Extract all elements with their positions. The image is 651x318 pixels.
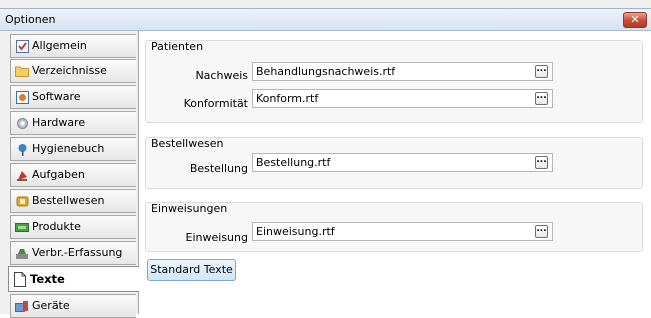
group-title: Patienten	[151, 40, 204, 53]
tab-label: Verzeichnisse	[32, 64, 107, 77]
products-icon	[15, 220, 29, 234]
tab-label: Aufgaben	[32, 168, 85, 181]
close-button[interactable]: ✕	[623, 12, 647, 28]
ellipsis-icon: ...	[536, 155, 547, 165]
tab-label: Hardware	[32, 116, 86, 129]
checkbox-icon	[15, 39, 29, 53]
standard-texte-button[interactable]: Standard Texte	[147, 259, 236, 281]
gear-icon	[15, 116, 29, 130]
browse-button[interactable]: ...	[535, 92, 548, 105]
group-einweisungen: Einweisungen Einweisung Einweisung.rtf .…	[145, 202, 643, 252]
content-panel: Patienten Nachweis Behandlungsnachweis.r…	[138, 31, 651, 314]
options-sidebar: Allgemein Verzeichnisse Software Hardwar…	[0, 31, 139, 318]
bestellung-value: Bestellung.rtf	[256, 156, 331, 169]
tab-label: Allgemein	[32, 39, 87, 52]
einweisung-value: Einweisung.rtf	[256, 225, 335, 238]
konformitaet-value: Konform.rtf	[256, 92, 319, 105]
cart-icon	[15, 194, 29, 208]
tab-bestellwesen[interactable]: Bestellwesen	[10, 189, 136, 213]
devices-icon	[15, 299, 29, 313]
browse-button[interactable]: ...	[535, 225, 548, 238]
tab-label: Software	[32, 90, 81, 103]
options-window: Optionen ✕ Allgemein Verzeichnisse Softw…	[0, 0, 651, 318]
group-title: Einweisungen	[151, 202, 228, 215]
title-bar: Optionen ✕	[0, 8, 651, 31]
ellipsis-icon: ...	[536, 224, 547, 234]
tab-hardware[interactable]: Hardware	[10, 111, 136, 135]
document-icon	[13, 271, 27, 287]
software-icon	[15, 90, 29, 104]
nachweis-value: Behandlungsnachweis.rtf	[256, 65, 396, 78]
tab-produkte[interactable]: Produkte	[10, 215, 136, 239]
einweisung-field[interactable]: Einweisung.rtf ...	[252, 222, 553, 241]
tab-verbr-erfassung[interactable]: Verbr.-Erfassung	[10, 241, 136, 265]
tab-label: Hygienebuch	[32, 142, 105, 155]
capture-icon	[15, 246, 29, 260]
ellipsis-icon: ...	[536, 64, 547, 74]
konformitaet-label: Konformität	[183, 97, 248, 110]
ellipsis-icon: ...	[536, 91, 547, 101]
tab-texte[interactable]: Texte	[8, 266, 139, 292]
tab-label: Bestellwesen	[32, 194, 105, 207]
group-patienten: Patienten Nachweis Behandlungsnachweis.r…	[145, 40, 643, 123]
bestellung-field[interactable]: Bestellung.rtf ...	[252, 153, 553, 172]
einweisung-label: Einweisung	[185, 231, 248, 244]
folder-icon	[15, 64, 29, 78]
tab-software[interactable]: Software	[10, 85, 136, 109]
window-title: Optionen	[5, 13, 56, 26]
tab-label: Produkte	[32, 220, 81, 233]
tab-label: Texte	[30, 272, 65, 286]
pin-icon	[15, 142, 29, 156]
tab-aufgaben[interactable]: Aufgaben	[10, 163, 136, 187]
tab-allgemein[interactable]: Allgemein	[10, 34, 136, 58]
bestellung-label: Bestellung	[189, 162, 248, 175]
group-bestellwesen: Bestellwesen Bestellung Bestellung.rtf .…	[145, 137, 643, 189]
browse-button[interactable]: ...	[535, 156, 548, 169]
tab-hygienebuch[interactable]: Hygienebuch	[10, 137, 136, 161]
task-icon	[15, 168, 29, 182]
tab-label: Geräte	[32, 299, 70, 312]
tab-geraete[interactable]: Geräte	[10, 294, 136, 318]
konformitaet-field[interactable]: Konform.rtf ...	[252, 89, 553, 108]
close-icon: ✕	[630, 13, 640, 26]
tab-label: Verbr.-Erfassung	[32, 246, 123, 259]
nachweis-field[interactable]: Behandlungsnachweis.rtf ...	[252, 62, 553, 81]
browse-button[interactable]: ...	[535, 65, 548, 78]
tab-verzeichnisse[interactable]: Verzeichnisse	[10, 59, 136, 83]
group-title: Bestellwesen	[151, 137, 224, 150]
nachweis-label: Nachweis	[195, 69, 248, 82]
